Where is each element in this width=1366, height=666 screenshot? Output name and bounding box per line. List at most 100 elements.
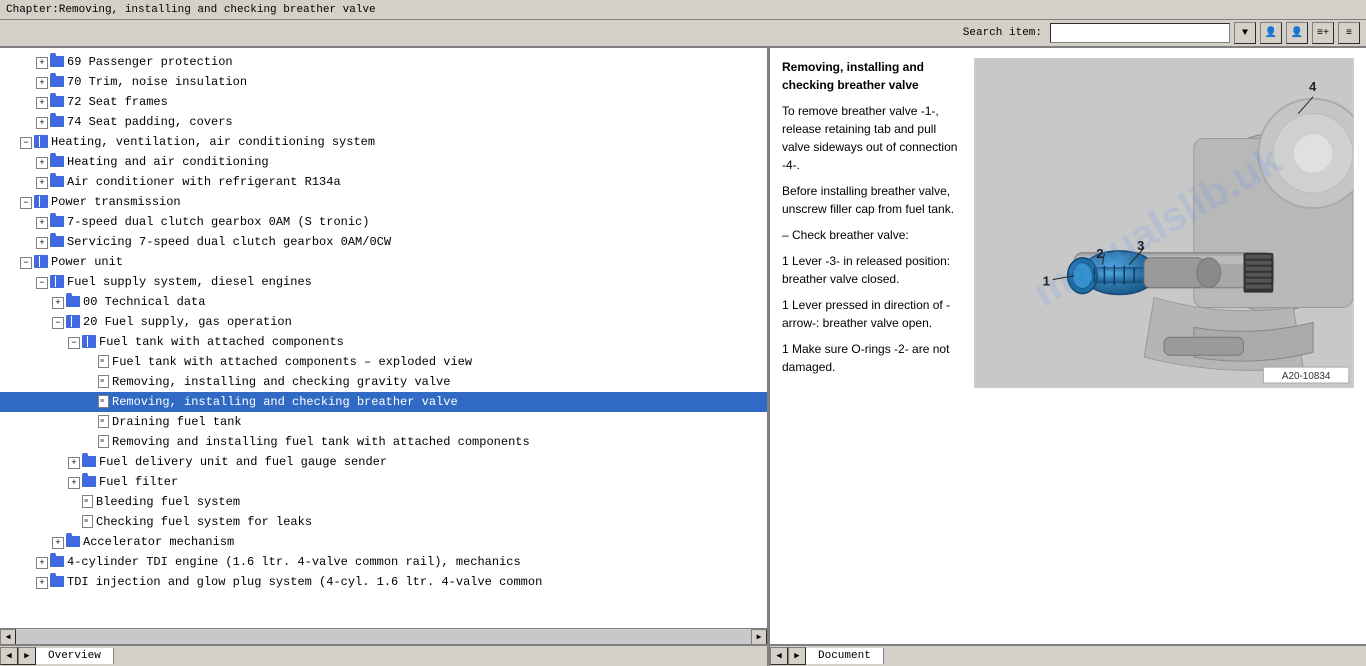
tree-item-22[interactable]: + Fuel filter — [0, 472, 767, 492]
tree-item-label: Fuel supply system, diesel engines — [67, 275, 312, 289]
folder-icon — [82, 476, 96, 487]
tree-item-8[interactable]: −Power transmission — [0, 192, 767, 212]
user-btn-2[interactable]: 👤 — [1286, 22, 1308, 44]
expand-icon[interactable]: + — [36, 157, 48, 169]
right-panel: Removing, installing and checking breath… — [770, 48, 1366, 644]
expand-icon[interactable]: + — [36, 177, 48, 189]
horizontal-scrollbar[interactable]: ◀ ▶ — [0, 628, 767, 644]
tree-item-16[interactable]: Fuel tank with attached components – exp… — [0, 352, 767, 372]
folder-icon — [50, 76, 64, 87]
doc-icon — [98, 435, 109, 448]
doc-icon — [98, 415, 109, 428]
doc-paragraph-0: To remove breather valve -1-, release re… — [782, 102, 964, 174]
folder-icon — [50, 236, 64, 247]
book-icon — [82, 335, 96, 348]
overview-tab-label: Overview — [48, 650, 101, 662]
expand-icon[interactable]: + — [36, 217, 48, 229]
tree-item-label: Heating, ventilation, air conditioning s… — [51, 135, 375, 149]
expand-icon[interactable]: + — [36, 97, 48, 109]
expand-icon[interactable]: + — [36, 237, 48, 249]
tree-item-14[interactable]: −20 Fuel supply, gas operation — [0, 312, 767, 332]
document-tab[interactable]: Document — [806, 648, 884, 664]
overview-tab[interactable]: Overview — [36, 648, 114, 664]
doc-nav-back-btn[interactable]: ◀ — [770, 647, 788, 665]
expand-icon[interactable]: − — [20, 137, 32, 149]
expand-icon[interactable]: + — [36, 77, 48, 89]
scroll-left-btn[interactable]: ◀ — [0, 629, 16, 645]
window-title: Chapter:Removing, installing and checkin… — [6, 4, 376, 16]
nav-forward-btn[interactable]: ▶ — [18, 647, 36, 665]
expand-icon[interactable]: + — [68, 457, 80, 469]
expand-icon[interactable]: − — [36, 277, 48, 289]
tree-item-13[interactable]: +00 Technical data — [0, 292, 767, 312]
tree-item-label: Heating and air conditioning — [67, 155, 269, 169]
book-icon — [34, 135, 48, 148]
expand-icon[interactable]: + — [36, 577, 48, 589]
tree-item-19[interactable]: Draining fuel tank — [0, 412, 767, 432]
menu-btn-1[interactable]: ≡+ — [1312, 22, 1334, 44]
tree-item-2[interactable]: +70 Trim, noise insulation — [0, 72, 767, 92]
tree-item-6[interactable]: + Heating and air conditioning — [0, 152, 767, 172]
tree-item-5[interactable]: − Heating, ventilation, air conditioning … — [0, 132, 767, 152]
svg-text:3: 3 — [1137, 238, 1144, 253]
tree-item-20[interactable]: Removing and installing fuel tank with a… — [0, 432, 767, 452]
search-label: Search item: — [963, 27, 1042, 39]
status-bar: ◀ ▶ Overview ◀ ▶ Document — [0, 644, 1366, 666]
tree-item-9[interactable]: +7-speed dual clutch gearbox 0AM (S tron… — [0, 212, 767, 232]
tree-item-25[interactable]: +Accelerator mechanism — [0, 532, 767, 552]
tree-item-label: Servicing 7-speed dual clutch gearbox 0A… — [67, 235, 391, 249]
search-input[interactable] — [1050, 23, 1230, 43]
tree-item-label: Fuel filter — [99, 475, 178, 489]
expand-icon[interactable]: − — [20, 257, 32, 269]
tree-item-27[interactable]: +TDI injection and glow plug system (4-c… — [0, 572, 767, 592]
expand-icon[interactable]: + — [36, 117, 48, 129]
tree-item-7[interactable]: +Air conditioner with refrigerant R134a — [0, 172, 767, 192]
doc-paragraph-1: Before installing breather valve, unscre… — [782, 182, 964, 218]
nav-back-btn[interactable]: ◀ — [0, 647, 18, 665]
tree-container[interactable]: +69 Passenger protection+70 Trim, noise … — [0, 48, 767, 628]
expand-icon[interactable]: + — [68, 477, 80, 489]
tree-item-18[interactable]: Removing, installing and checking breath… — [0, 392, 767, 412]
expand-icon[interactable]: − — [68, 337, 80, 349]
toolbar: Search item: ▼ 👤 👤 ≡+ ≡ — [0, 20, 1366, 48]
expand-icon[interactable]: − — [20, 197, 32, 209]
tree-item-26[interactable]: +4-cylinder TDI engine (1.6 ltr. 4-valve… — [0, 552, 767, 572]
scroll-right-btn[interactable]: ▶ — [751, 629, 767, 645]
doc-icon — [98, 395, 109, 408]
tree-item-label: 7-speed dual clutch gearbox 0AM (S troni… — [67, 215, 369, 229]
doc-paragraph-2: – Check breather valve: — [782, 226, 964, 244]
user-btn-1[interactable]: 👤 — [1260, 22, 1282, 44]
tree-item-17[interactable]: Removing, installing and checking gravit… — [0, 372, 767, 392]
tree-item-4[interactable]: +74 Seat padding, covers — [0, 112, 767, 132]
tree-item-label: 4-cylinder TDI engine (1.6 ltr. 4-valve … — [67, 555, 521, 569]
expand-icon[interactable]: + — [52, 537, 64, 549]
tree-item-label: Fuel delivery unit and fuel gauge sender — [99, 455, 387, 469]
menu-btn-2[interactable]: ≡ — [1338, 22, 1360, 44]
tree-item-24[interactable]: Checking fuel system for leaks — [0, 512, 767, 532]
expand-icon[interactable]: + — [36, 557, 48, 569]
tree-item-23[interactable]: Bleeding fuel system — [0, 492, 767, 512]
expand-icon[interactable]: + — [52, 297, 64, 309]
folder-icon — [50, 216, 64, 227]
tree-item-label: Removing and installing fuel tank with a… — [112, 435, 530, 449]
tree-item-11[interactable]: − Power unit — [0, 252, 767, 272]
tree-item-12[interactable]: − Fuel supply system, diesel engines — [0, 272, 767, 292]
doc-nav-forward-btn[interactable]: ▶ — [788, 647, 806, 665]
search-dropdown-btn[interactable]: ▼ — [1234, 22, 1256, 44]
tree-item-15[interactable]: −Fuel tank with attached components — [0, 332, 767, 352]
svg-text:2: 2 — [1096, 246, 1103, 261]
doc-paragraph-4: 1 Lever pressed in direction of -arrow-:… — [782, 296, 964, 332]
tree-item-label: Removing, installing and checking gravit… — [112, 375, 450, 389]
expand-icon[interactable]: − — [52, 317, 64, 329]
svg-text:A20-10834: A20-10834 — [1282, 371, 1331, 382]
tree-item-label: Bleeding fuel system — [96, 495, 240, 509]
expand-icon[interactable]: + — [36, 57, 48, 69]
left-panel: +69 Passenger protection+70 Trim, noise … — [0, 48, 770, 644]
tree-item-3[interactable]: +72 Seat frames — [0, 92, 767, 112]
tree-item-1[interactable]: +69 Passenger protection — [0, 52, 767, 72]
scroll-track[interactable] — [16, 630, 751, 644]
tree-item-21[interactable]: + Fuel delivery unit and fuel gauge sende… — [0, 452, 767, 472]
doc-paragraph-5: 1 Make sure O-rings -2- are not damaged. — [782, 340, 964, 376]
tree-item-label: Power unit — [51, 255, 123, 269]
tree-item-10[interactable]: + Servicing 7-speed dual clutch gearbox 0… — [0, 232, 767, 252]
